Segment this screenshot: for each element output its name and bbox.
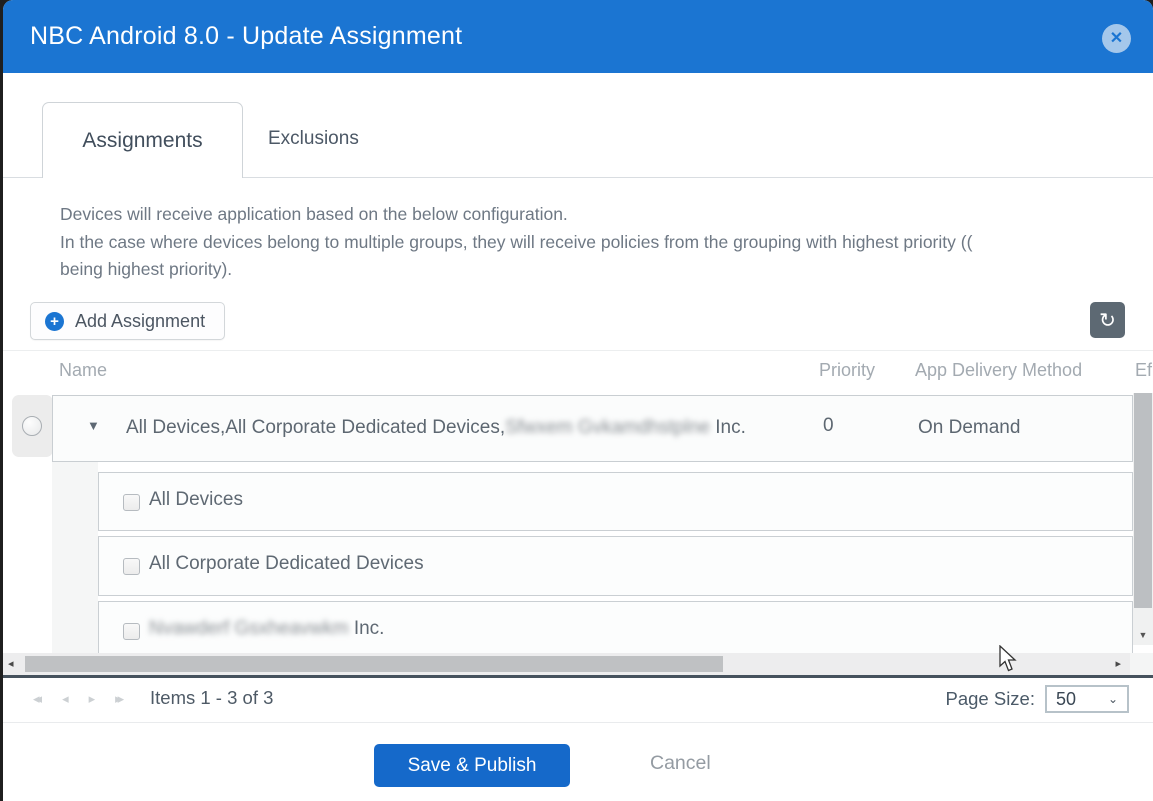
footer-divider — [3, 722, 1153, 723]
cancel-button[interactable]: Cancel — [650, 752, 711, 775]
refresh-icon: ↻ — [1099, 308, 1116, 333]
plus-icon: + — [45, 312, 64, 331]
page-size-label: Page Size: — [946, 688, 1035, 710]
save-and-publish-label: Save & Publish — [408, 755, 537, 777]
close-icon: ✕ — [1110, 31, 1123, 47]
vertical-scrollbar-thumb[interactable] — [1134, 393, 1152, 608]
collapse-caret-icon[interactable]: ▼ — [87, 418, 100, 433]
checkbox-all-corporate-dedicated-devices[interactable] — [123, 558, 140, 575]
child-row-label: All Corporate Dedicated Devices — [149, 553, 424, 575]
add-assignment-label: Add Assignment — [75, 311, 205, 332]
child-row-indent-strip — [52, 462, 98, 653]
save-and-publish-button[interactable]: Save & Publish — [374, 744, 570, 787]
child-row-label: Nvawderf Gsxheavwkm Inc. — [149, 618, 384, 640]
pager-next-icon[interactable]: ▸ — [89, 691, 96, 707]
description-text: Devices will receive application based o… — [60, 201, 1150, 284]
child-row-label-suffix: Inc. — [349, 618, 385, 640]
horizontal-scrollbar-thumb[interactable] — [25, 656, 723, 672]
assignment-name-prefix: All Devices,All Corporate Dedicated Devi… — [126, 417, 505, 439]
update-assignment-dialog: NBC Android 8.0 - Update Assignment ✕ As… — [3, 0, 1153, 801]
row-select-cell — [12, 395, 53, 457]
child-row-all-corporate-dedicated-devices[interactable]: All Corporate Dedicated Devices — [98, 536, 1133, 596]
assignment-name-redacted: Sfwxem Gvkamdhstplne — [505, 417, 710, 439]
refresh-button[interactable]: ↻ — [1090, 302, 1125, 338]
horizontal-scrollbar[interactable]: ◂ ▸ — [3, 653, 1130, 675]
checkbox-company-inc[interactable] — [123, 623, 140, 640]
pager-last-icon[interactable]: ▸▸ — [115, 691, 124, 707]
scrollbar-corner — [1130, 653, 1153, 675]
pager-controls: ◂◂ ◂ ▸ ▸▸ — [33, 691, 124, 707]
tab-exclusions[interactable]: Exclusions — [268, 128, 359, 150]
add-assignment-button[interactable]: + Add Assignment — [30, 302, 225, 340]
app-delivery-method-cell: On Demand — [918, 417, 1020, 439]
items-count-text: Items 1 - 3 of 3 — [150, 687, 273, 709]
vertical-scrollbar[interactable]: ▼ — [1133, 393, 1153, 645]
page-size-value: 50 — [1056, 689, 1076, 710]
scroll-down-arrow-icon[interactable]: ▼ — [1133, 630, 1153, 640]
column-header-app-delivery-method: App Delivery Method — [915, 360, 1082, 381]
child-row-label: All Devices — [149, 489, 243, 511]
close-button[interactable]: ✕ — [1102, 24, 1131, 53]
pagination-bar: ◂◂ ◂ ▸ ▸▸ Items 1 - 3 of 3 Page Size: 50… — [3, 678, 1153, 722]
description-line-2: In the case where devices belong to mult… — [60, 229, 1150, 257]
dialog-titlebar: NBC Android 8.0 - Update Assignment — [3, 0, 1153, 73]
pager-first-icon[interactable]: ◂◂ — [33, 691, 42, 707]
tab-assignments-label: Assignments — [82, 129, 202, 153]
column-header-effective-clipped: Ef — [1135, 360, 1152, 381]
priority-cell: 0 — [823, 415, 834, 437]
column-header-name: Name — [59, 360, 107, 381]
page-size-select[interactable]: 50 ⌄ — [1045, 685, 1129, 713]
child-row-all-devices[interactable]: All Devices — [98, 472, 1133, 531]
tab-strip: Assignments Exclusions — [3, 73, 1153, 178]
tab-assignments[interactable]: Assignments — [42, 102, 243, 178]
assignment-group-row[interactable]: ▼ All Devices,All Corporate Dedicated De… — [52, 395, 1133, 462]
assignment-name-cell: All Devices,All Corporate Dedicated Devi… — [126, 417, 746, 439]
child-row-company-inc[interactable]: Nvawderf Gsxheavwkm Inc. — [98, 601, 1133, 661]
row-radio-button[interactable] — [22, 416, 42, 436]
assignment-name-suffix: Inc. — [710, 417, 746, 439]
description-line-1: Devices will receive application based o… — [60, 201, 1150, 229]
scroll-right-arrow-icon[interactable]: ▸ — [1115, 657, 1121, 670]
child-row-redacted-text: Nvawderf Gsxheavwkm — [149, 618, 349, 640]
checkbox-all-devices[interactable] — [123, 494, 140, 511]
description-line-3: being highest priority). — [60, 256, 1150, 284]
toolbar-divider — [3, 350, 1153, 351]
tab-exclusions-label: Exclusions — [268, 128, 359, 149]
dialog-title: NBC Android 8.0 - Update Assignment — [30, 22, 462, 51]
column-header-priority: Priority — [819, 360, 875, 381]
cancel-label: Cancel — [650, 752, 711, 774]
chevron-down-icon: ⌄ — [1108, 692, 1118, 706]
pager-prev-icon[interactable]: ◂ — [62, 691, 69, 707]
scroll-left-arrow-icon[interactable]: ◂ — [8, 657, 14, 670]
